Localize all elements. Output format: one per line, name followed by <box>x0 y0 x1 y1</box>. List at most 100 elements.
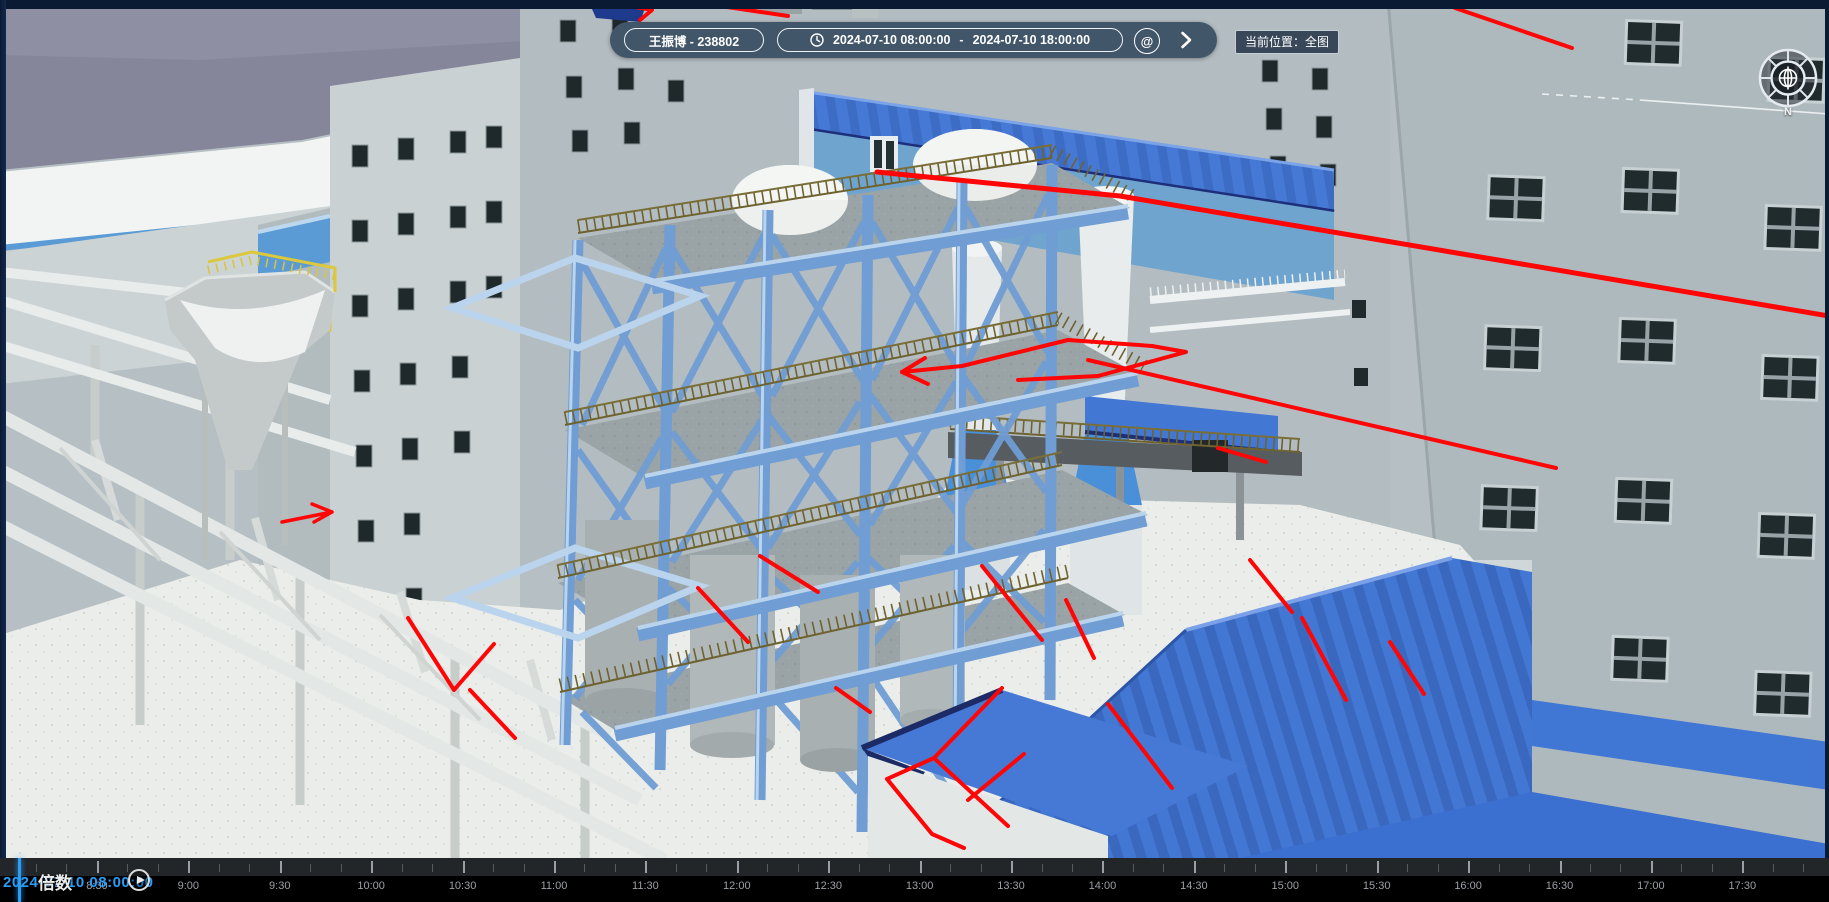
timeline-tick-label: 10:30 <box>449 880 477 892</box>
timeline-tick <box>706 864 707 872</box>
scene-3d-viewport[interactable] <box>0 0 1829 902</box>
timeline-tick <box>1163 864 1164 872</box>
timeline-tick <box>767 864 768 872</box>
timeline-tick-label: 9:00 <box>178 880 199 892</box>
timeline-tick-label: 12:30 <box>814 880 842 892</box>
timeline-tick <box>97 861 99 873</box>
timeline-tick <box>36 864 37 872</box>
timeline-tick-label: 15:00 <box>1272 880 1300 892</box>
timeline-tick-label: 13:00 <box>906 880 934 892</box>
timeline-tick <box>371 861 373 873</box>
timeline-tick <box>402 864 403 872</box>
compass-navigation-gizmo[interactable]: N <box>1756 46 1820 124</box>
timeline-tick <box>676 864 677 872</box>
timeline-tick-label: 16:30 <box>1546 880 1574 892</box>
timeline-tick <box>889 864 890 872</box>
clock-icon <box>810 33 824 47</box>
scene-3d-render <box>0 0 1829 902</box>
person-label: 王振博 - 238802 <box>649 31 739 50</box>
timeline-tick <box>1712 864 1713 872</box>
timeline-tick <box>1620 864 1621 872</box>
current-location-label: 当前位置：全图 <box>1245 35 1329 49</box>
timeline-tick <box>1651 861 1653 873</box>
timeline-tick <box>584 864 585 872</box>
timeline-tick <box>950 864 951 872</box>
time-separator: - <box>959 33 963 47</box>
timeline-tick <box>554 861 556 873</box>
timeline-tick-label: 17:30 <box>1729 880 1757 892</box>
time-range-picker[interactable]: 2024-07-10 08:00:00 - 2024-07-10 18:00:0… <box>777 28 1123 52</box>
timeline: 8:309:009:3010:0010:3011:0011:3012:0012:… <box>0 858 1829 902</box>
timeline-tick <box>1803 864 1804 872</box>
timeline-tick <box>798 864 799 872</box>
timeline-tick <box>1255 864 1256 872</box>
timeline-labels: 8:309:009:3010:0010:3011:0011:3012:0012:… <box>0 876 1829 902</box>
timeline-tick <box>432 864 433 872</box>
timeline-tick <box>188 861 190 873</box>
timeline-tick <box>1224 864 1225 872</box>
timeline-tick <box>1468 861 1470 873</box>
timeline-tick <box>615 864 616 872</box>
timeline-tick <box>828 861 830 873</box>
timeline-tick-label: 15:30 <box>1363 880 1391 892</box>
timeline-tick <box>310 864 311 872</box>
timeline-tick-label: 10:00 <box>357 880 385 892</box>
locate-icon: @ <box>1141 34 1154 49</box>
play-forward-button[interactable] <box>1174 28 1198 52</box>
timeline-tick <box>1681 864 1682 872</box>
timeline-tick <box>1072 864 1073 872</box>
timeline-tick <box>249 864 250 872</box>
compass-north-label: N <box>1756 106 1820 118</box>
timeline-tick <box>280 861 282 873</box>
timeline-tick-label: 11:30 <box>632 880 659 892</box>
trajectory-playback-app: 王振博 - 238802 2024-07-10 08:00:00 - 2024-… <box>0 0 1829 902</box>
timeline-tick <box>493 864 494 872</box>
chevron-right-icon <box>1180 31 1192 49</box>
timeline-tick <box>463 861 465 873</box>
timeline-tick <box>341 864 342 872</box>
timeline-tick <box>1499 864 1500 872</box>
timeline-tick-label: 13:30 <box>997 880 1025 892</box>
timeline-tick <box>1377 861 1379 873</box>
current-location-badge: 当前位置：全图 <box>1235 30 1339 54</box>
timeline-tick-label: 12:00 <box>723 880 751 892</box>
timeline-tick-label: 14:00 <box>1089 880 1117 892</box>
timeline-tick <box>1560 861 1562 873</box>
timeline-tick <box>645 861 647 873</box>
timeline-tick-label: 9:30 <box>269 880 290 892</box>
timeline-tick <box>1529 864 1530 872</box>
timeline-tick <box>859 864 860 872</box>
timeline-tick <box>1346 864 1347 872</box>
timeline-track[interactable] <box>0 858 1829 876</box>
timeline-tick-label: 16:00 <box>1454 880 1482 892</box>
viewport-frame-left <box>0 0 6 902</box>
timeline-tick <box>1742 861 1744 873</box>
timeline-tick <box>219 864 220 872</box>
timeline-tick <box>127 864 128 872</box>
viewport-frame-top <box>0 0 1829 9</box>
timeline-tick-label: 14:30 <box>1180 880 1208 892</box>
compass-icon <box>1756 46 1820 110</box>
timeline-tick <box>1133 864 1134 872</box>
timeline-tick-label: 11:00 <box>541 880 568 892</box>
timeline-tick <box>737 861 739 873</box>
locate-button[interactable]: @ <box>1134 28 1160 54</box>
timeline-tick <box>1773 864 1774 872</box>
timeline-tick <box>1590 864 1591 872</box>
timeline-tick <box>1011 861 1013 873</box>
timeline-tick <box>1407 864 1408 872</box>
timeline-tick <box>158 864 159 872</box>
playback-toolbar: 王振博 - 238802 2024-07-10 08:00:00 - 2024-… <box>610 22 1217 58</box>
timeline-tick-label: 17:00 <box>1637 880 1665 892</box>
person-selector[interactable]: 王振博 - 238802 <box>624 28 764 52</box>
speed-label: 倍数 <box>38 869 72 894</box>
timeline-tick <box>1102 861 1104 873</box>
timeline-tick <box>1285 861 1287 873</box>
time-end: 2024-07-10 18:00:00 <box>973 33 1090 47</box>
timeline-tick <box>524 864 525 872</box>
time-start: 2024-07-10 08:00:00 <box>833 33 950 47</box>
timeline-tick <box>981 864 982 872</box>
timeline-tick <box>1316 864 1317 872</box>
play-button[interactable] <box>128 869 150 891</box>
timeline-tick <box>1438 864 1439 872</box>
